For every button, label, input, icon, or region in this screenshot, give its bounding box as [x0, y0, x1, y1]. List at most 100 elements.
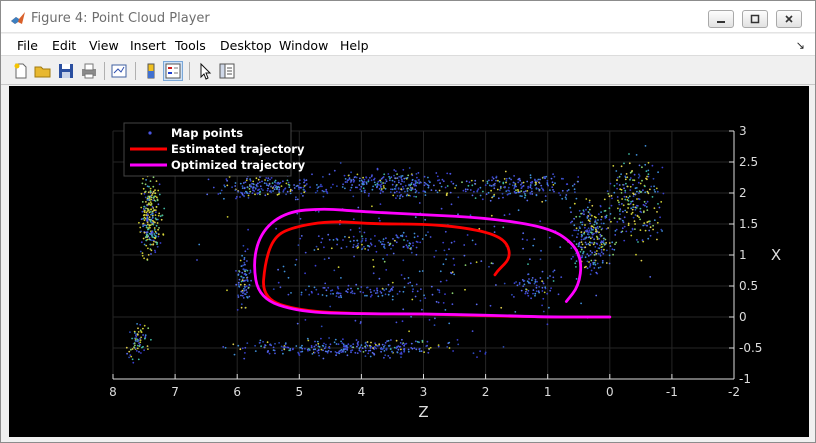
map-point	[351, 292, 354, 295]
map-point	[546, 179, 549, 182]
menu-insert[interactable]: Insert	[130, 38, 166, 53]
map-point	[586, 206, 589, 209]
menu-help[interactable]: Help	[340, 38, 369, 53]
map-point	[391, 295, 394, 298]
map-point	[473, 190, 475, 193]
map-point	[396, 195, 399, 197]
map-point	[644, 229, 647, 232]
map-point	[143, 209, 146, 212]
menu-view[interactable]: View	[89, 38, 119, 53]
close-button[interactable]	[776, 10, 802, 28]
new-figure-button[interactable]	[11, 61, 31, 81]
map-point	[314, 340, 316, 343]
map-point	[386, 254, 388, 256]
map-point	[540, 249, 542, 252]
map-point	[657, 171, 659, 174]
map-point	[463, 254, 466, 257]
map-point	[550, 177, 553, 180]
map-point	[411, 284, 414, 287]
map-point	[589, 241, 592, 244]
map-point	[538, 286, 541, 288]
map-point	[565, 198, 568, 200]
menu-edit[interactable]: Edit	[52, 38, 76, 53]
menu-tools[interactable]: Tools	[175, 38, 206, 53]
map-point	[575, 278, 578, 280]
map-point	[236, 309, 239, 311]
map-point	[454, 187, 456, 189]
map-point	[400, 348, 402, 351]
map-point	[646, 178, 648, 181]
map-point	[641, 239, 644, 242]
link-plot-button[interactable]	[109, 61, 129, 81]
map-point	[352, 343, 355, 345]
map-point	[496, 188, 499, 191]
map-point	[393, 188, 396, 190]
map-point	[348, 177, 351, 179]
minimize-button[interactable]	[708, 10, 734, 28]
map-point	[254, 344, 256, 347]
menu-desktop[interactable]: Desktop	[220, 38, 272, 53]
maximize-button[interactable]	[742, 10, 768, 28]
open-file-button[interactable]	[33, 61, 53, 81]
pointer-button[interactable]	[195, 61, 215, 81]
map-point	[317, 293, 320, 296]
map-point	[145, 244, 148, 247]
map-point	[627, 224, 630, 227]
print-button[interactable]	[79, 61, 99, 81]
map-point	[150, 213, 152, 216]
map-point	[445, 253, 448, 256]
map-point	[148, 195, 151, 198]
map-point	[129, 331, 131, 333]
map-point	[532, 244, 535, 247]
map-point	[446, 192, 448, 195]
map-point	[349, 240, 352, 243]
map-point	[385, 288, 388, 290]
map-point	[325, 188, 328, 191]
map-point	[335, 354, 337, 357]
map-point	[154, 230, 157, 233]
map-point	[375, 292, 377, 294]
legend[interactable]: Map points Estimated trajectory Optimize…	[123, 122, 306, 177]
map-point	[352, 178, 355, 181]
point-cloud-plot[interactable]: 8 7 6 5 4 3 2 1 0 -1 -232.521.510.50-0.5-1ZX Map p…	[9, 86, 809, 437]
map-point	[401, 338, 403, 341]
map-point	[246, 186, 249, 189]
map-point	[357, 246, 360, 249]
map-point	[369, 176, 371, 179]
map-point	[641, 179, 643, 182]
menu-window[interactable]: Window	[279, 38, 328, 53]
legend-button[interactable]	[163, 61, 183, 81]
map-point	[237, 191, 240, 193]
title-bar[interactable]: Figure 4: Point Cloud Player	[1, 1, 815, 33]
map-point	[395, 234, 398, 237]
map-point	[581, 223, 584, 226]
map-point	[348, 236, 350, 239]
map-point	[491, 179, 493, 182]
map-point	[142, 334, 145, 336]
map-point	[267, 184, 270, 187]
save-button[interactable]	[56, 61, 76, 81]
property-inspector-button[interactable]	[217, 61, 237, 81]
map-point	[413, 195, 415, 198]
plot-canvas[interactable]: 8 7 6 5 4 3 2 1 0 -1 -2 3 2.5 2 1.5 1 0.5 0 -0.5 -1 Z X Map p…	[9, 86, 809, 437]
map-point	[653, 189, 656, 191]
map-point	[436, 288, 439, 291]
colorbar-button[interactable]	[141, 61, 161, 81]
map-point	[297, 351, 299, 354]
menu-file[interactable]: File	[17, 38, 38, 53]
map-point	[546, 323, 549, 326]
dock-arrow-icon[interactable]: ↘	[796, 39, 805, 52]
map-point	[656, 221, 659, 224]
map-point	[424, 194, 427, 196]
map-point	[634, 228, 636, 231]
map-point	[328, 238, 331, 241]
map-point	[358, 347, 361, 350]
map-point	[628, 203, 630, 206]
map-point	[593, 241, 596, 244]
map-point	[341, 342, 344, 344]
map-point	[490, 214, 493, 217]
map-point	[435, 249, 437, 252]
map-point	[369, 295, 372, 298]
map-point	[367, 352, 370, 355]
map-point	[535, 290, 538, 293]
